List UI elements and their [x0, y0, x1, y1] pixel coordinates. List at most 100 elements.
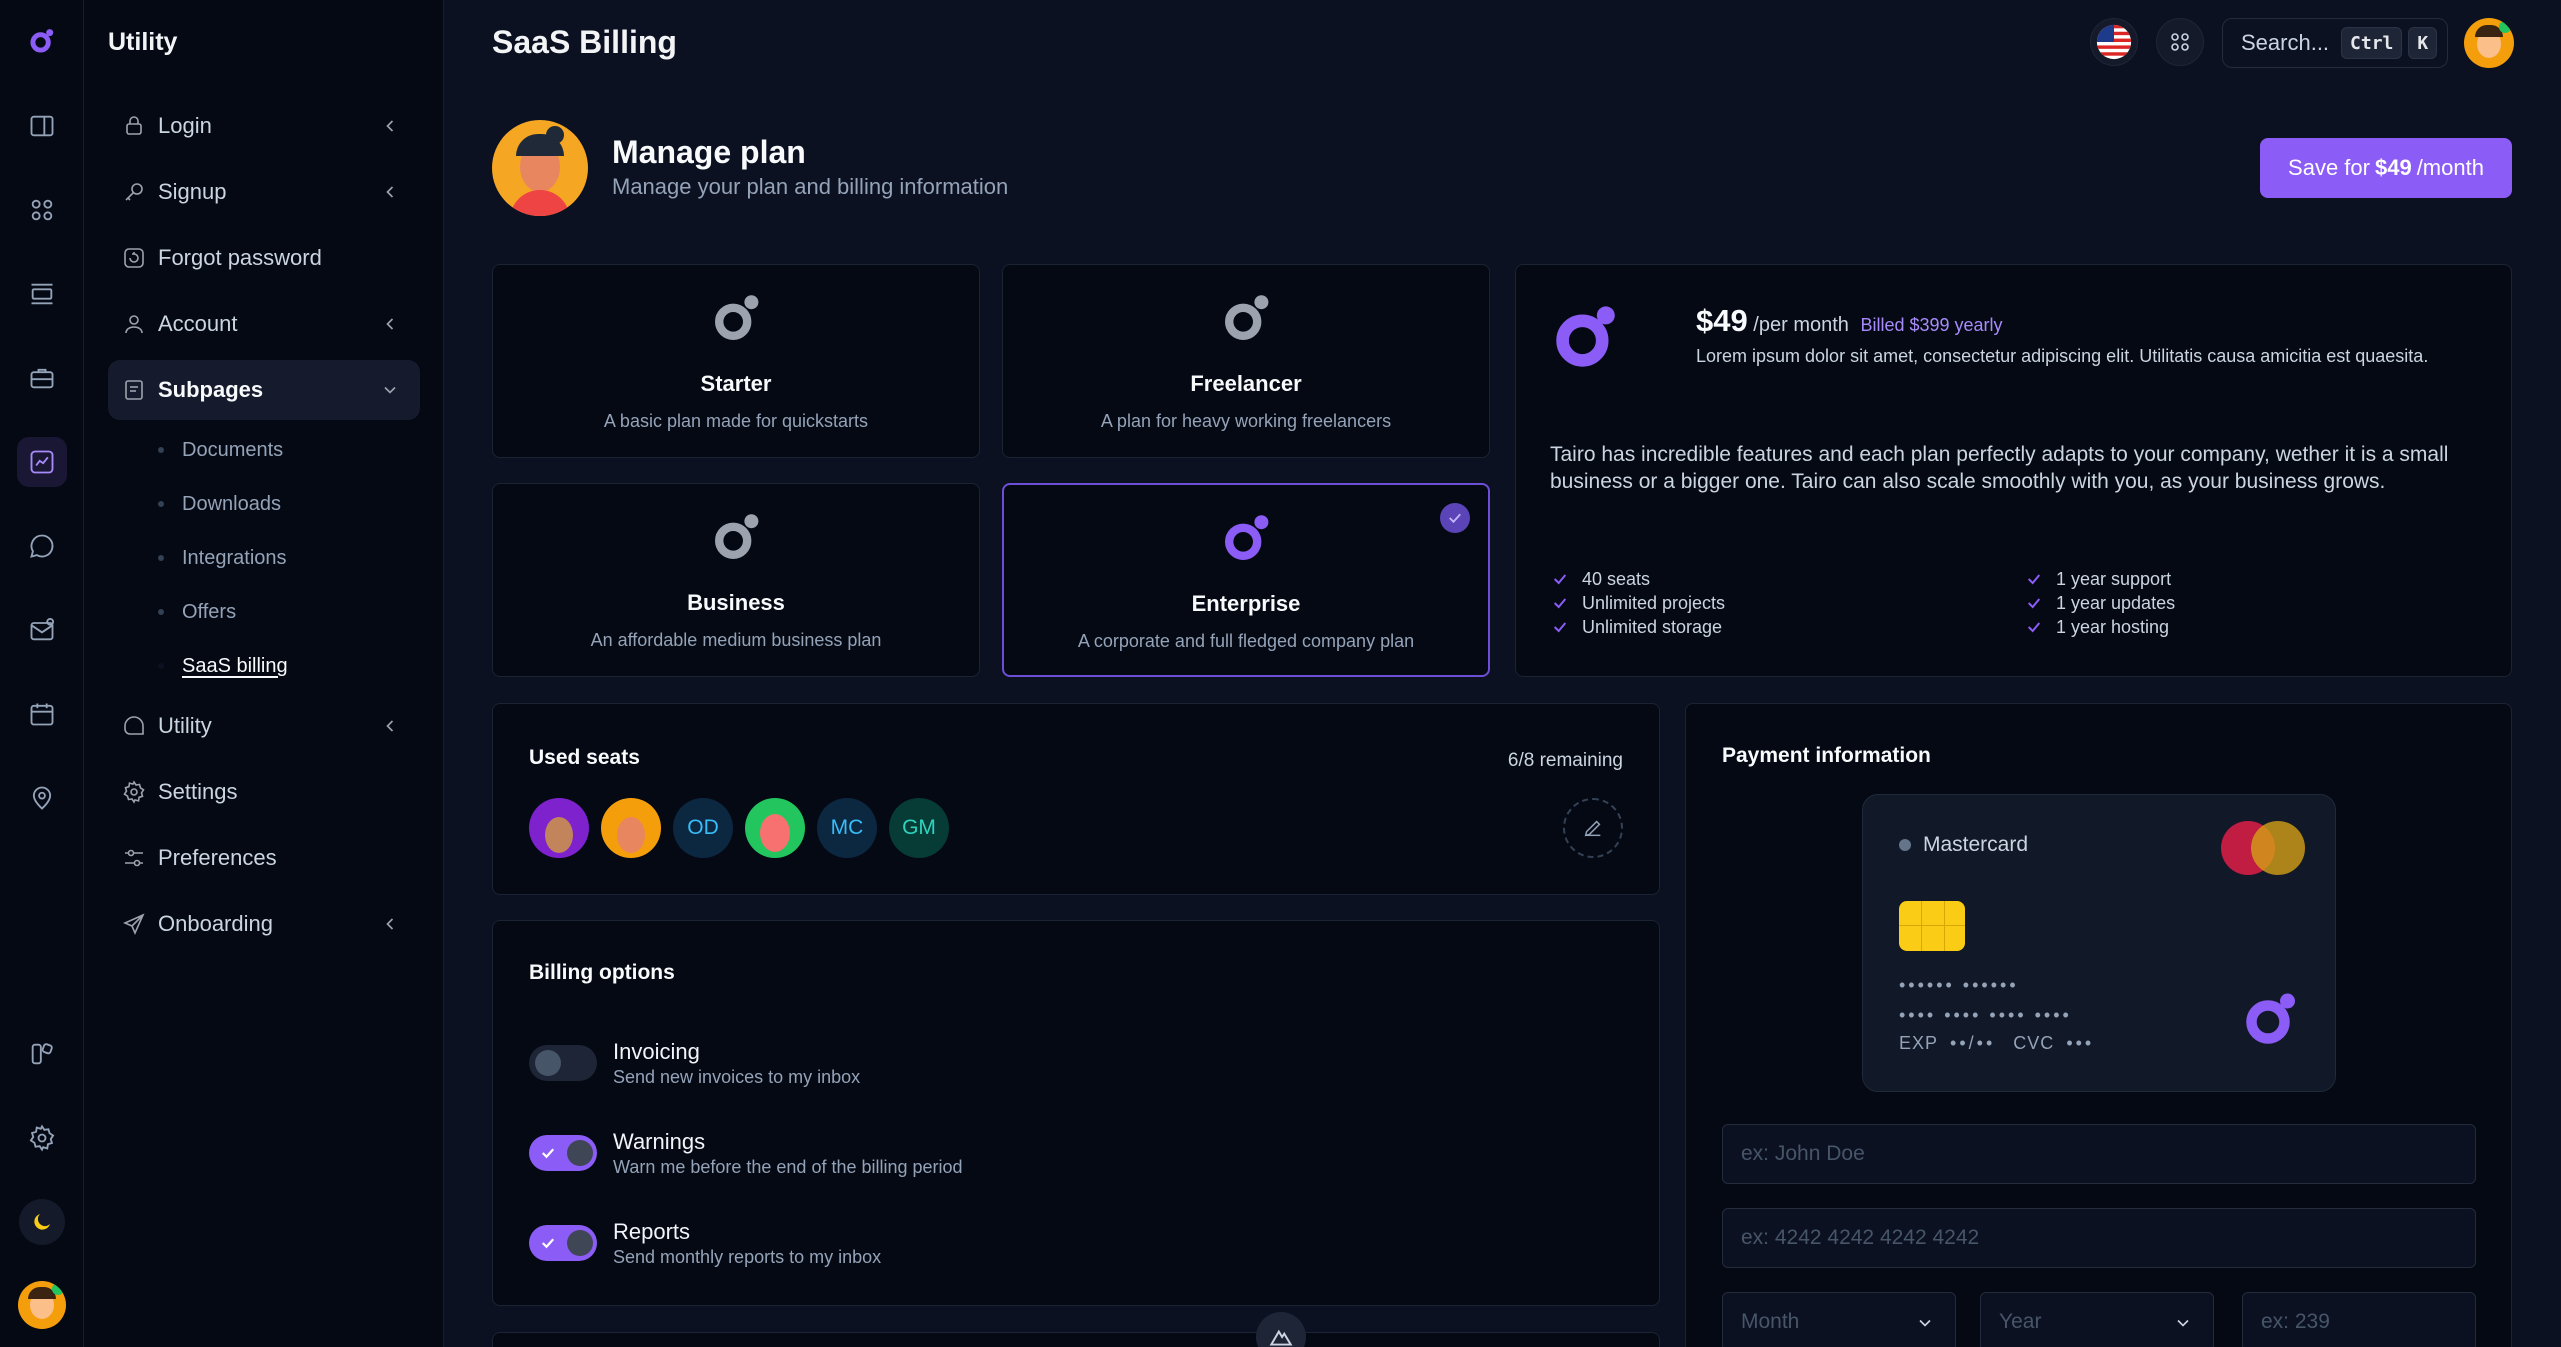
sidebar-item-signup[interactable]: Signup — [108, 162, 420, 222]
page-title: SaaS Billing — [492, 24, 677, 60]
selected-check-icon — [1440, 503, 1470, 533]
warnings-toggle[interactable] — [529, 1135, 597, 1171]
plan-logo-icon — [715, 295, 759, 340]
plan-card-starter[interactable]: Starter A basic plan made for quickstart… — [492, 264, 980, 458]
payment-title: Payment information — [1722, 744, 1931, 767]
search-label: Search... — [2241, 30, 2330, 55]
components-icon[interactable] — [17, 1029, 67, 1079]
cardholder-name-input[interactable] — [1722, 1124, 2476, 1184]
plan-detail-logo-icon — [1556, 306, 1615, 367]
chevron-left-icon — [380, 314, 400, 334]
plan-detail-card: $49 /per month Billed $399 yearly Lorem … — [1515, 264, 2512, 677]
sidebar-item-account[interactable]: Account — [108, 294, 420, 354]
manage-plan-title: Manage plan — [612, 134, 806, 170]
expiry-year-select[interactable]: Year — [1980, 1292, 2214, 1347]
map-pin-icon[interactable] — [17, 773, 67, 823]
search-button[interactable]: Search... Ctrl K — [2222, 18, 2448, 68]
cvc-input[interactable] — [2242, 1292, 2476, 1347]
plan-card-freelancer[interactable]: Freelancer A plan for heavy working free… — [1002, 264, 1490, 458]
plan-name: Starter — [700, 371, 772, 396]
nuxt-devtools-button[interactable] — [1256, 1312, 1306, 1347]
header-avatar[interactable] — [2464, 18, 2514, 68]
sidebar-item-subpages[interactable]: Subpages — [108, 360, 420, 420]
feature-item: 1 year hosting — [2026, 615, 2175, 639]
plan-card-business[interactable]: Business An affordable medium business p… — [492, 483, 980, 677]
edit-seats-button[interactable] — [1563, 798, 1623, 858]
sidebar-item-onboarding[interactable]: Onboarding — [108, 894, 420, 954]
sidebar-item-utility[interactable]: Utility — [108, 696, 420, 756]
expiry-month-select[interactable]: Month — [1722, 1292, 1956, 1347]
brand-logo[interactable] — [17, 16, 67, 66]
chevron-left-icon — [380, 914, 400, 934]
plan-description: A basic plan made for quickstarts — [603, 411, 869, 431]
moon-icon — [34, 1214, 50, 1230]
billed-yearly: Billed $399 yearly — [1860, 315, 2003, 335]
check-icon — [2027, 574, 2041, 585]
seat-avatar[interactable] — [601, 798, 661, 858]
seat-avatar[interactable] — [529, 798, 589, 858]
check-icon — [541, 1148, 555, 1159]
chart-icon[interactable] — [17, 437, 67, 487]
dark-mode-toggle[interactable] — [17, 1197, 67, 1247]
sidebar-toggle-icon[interactable] — [17, 101, 67, 151]
card-exp-cvc: EXP ••/•• CVC ••• — [1899, 1033, 2095, 1053]
chat-icon[interactable] — [17, 521, 67, 571]
check-icon — [2027, 622, 2041, 633]
billing-options-card: Billing options Invoicing Send new invoi… — [492, 920, 1660, 1306]
apps-button[interactable] — [2156, 18, 2204, 66]
sidebar-item-preferences[interactable]: Preferences — [108, 828, 420, 888]
seat-avatar-initials[interactable]: GM — [889, 798, 949, 858]
sidebar-item-label: Utility — [158, 713, 212, 738]
profile-avatar — [492, 120, 588, 216]
sidebar-subitem-integrations[interactable]: Integrations — [158, 540, 287, 576]
language-selector[interactable] — [2090, 18, 2138, 66]
save-plan-button[interactable]: Save for $49/month — [2260, 138, 2512, 198]
layout-icon[interactable] — [17, 269, 67, 319]
feature-item: 1 year updates — [2026, 591, 2175, 615]
seat-avatar-initials[interactable]: MC — [817, 798, 877, 858]
option-label: Reports — [613, 1219, 691, 1244]
sliders-icon — [122, 846, 146, 870]
apps-grid-icon — [2171, 33, 2189, 51]
sidebar-item-label: Settings — [158, 779, 238, 804]
refresh-lock-icon — [122, 246, 146, 270]
sidebar-subitem-saas-billing[interactable]: SaaS billing — [158, 648, 288, 684]
kbd-k: K — [2408, 27, 2438, 59]
used-seats-card: Used seats 6/8 remaining OD MC GM — [492, 703, 1660, 895]
cloud-icon — [122, 714, 146, 738]
sidebar-subitem-documents[interactable]: Documents — [158, 432, 283, 468]
sidebar-subitem-offers[interactable]: Offers — [158, 594, 236, 630]
reports-toggle[interactable] — [529, 1225, 597, 1261]
seat-avatar-initials[interactable]: OD — [673, 798, 733, 858]
plan-name: Freelancer — [1190, 371, 1302, 396]
invoicing-toggle[interactable] — [529, 1045, 597, 1081]
card-number-input[interactable] — [1722, 1208, 2476, 1268]
plan-name: Business — [687, 590, 785, 615]
sidebar-subitem-downloads[interactable]: Downloads — [158, 486, 281, 522]
check-icon — [1553, 598, 1567, 609]
sidebar-item-login[interactable]: Login — [108, 96, 420, 156]
credit-card-visual: Mastercard •••••• •••••• •••• •••• •••• … — [1862, 794, 2336, 1092]
chevron-left-icon — [380, 716, 400, 736]
sidebar-item-label: Onboarding — [158, 911, 273, 936]
option-label: Warnings — [613, 1129, 706, 1154]
option-label: Invoicing — [613, 1039, 700, 1064]
dashboard-grid-icon[interactable] — [17, 185, 67, 235]
sidebar-item-settings[interactable]: Settings — [108, 762, 420, 822]
billing-options-title: Billing options — [529, 961, 675, 984]
briefcase-icon[interactable] — [17, 353, 67, 403]
calendar-icon[interactable] — [17, 689, 67, 739]
check-icon — [541, 1238, 555, 1249]
card-masked-number: •••• •••• •••• •••• — [1899, 1005, 2072, 1025]
mail-icon[interactable] — [17, 605, 67, 655]
plan-card-enterprise[interactable]: Enterprise A corporate and full fledged … — [1002, 483, 1490, 677]
seat-avatar[interactable] — [745, 798, 805, 858]
user-avatar[interactable] — [17, 1280, 67, 1330]
icon-rail — [0, 0, 84, 1347]
feature-list-left: 40 seats Unlimited projects Unlimited st… — [1552, 567, 1725, 639]
logo-icon — [30, 29, 54, 53]
chevron-left-icon — [380, 116, 400, 136]
sidebar-item-forgot-password[interactable]: Forgot password — [108, 228, 420, 288]
settings-gear-icon[interactable] — [17, 1113, 67, 1163]
feature-item: Unlimited projects — [1552, 591, 1725, 615]
